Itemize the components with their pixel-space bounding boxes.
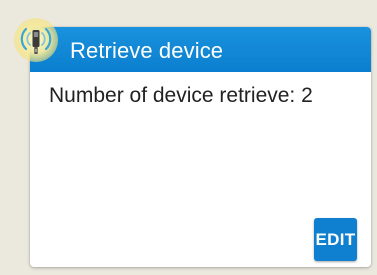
- card-header: Retrieve device: [30, 27, 371, 72]
- edit-button[interactable]: EDIT: [314, 218, 357, 261]
- dashboard-canvas: Retrieve device Number of device retriev…: [0, 0, 377, 275]
- card-title: Retrieve device: [70, 38, 224, 63]
- wireless-device-icon: [12, 15, 64, 67]
- device-count-text: Number of device retrieve: 2: [49, 84, 313, 107]
